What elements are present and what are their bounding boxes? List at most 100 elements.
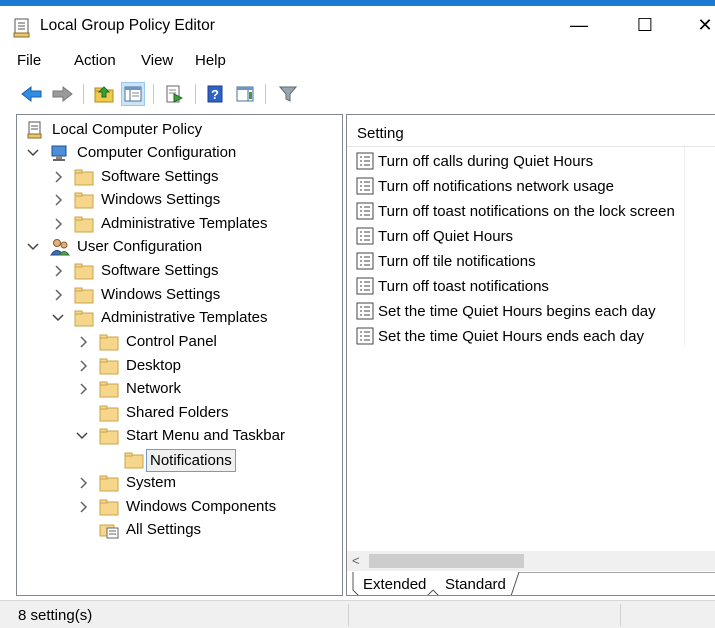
minimize-button[interactable]: —	[556, 8, 602, 42]
tree-label: Windows Settings	[101, 191, 221, 208]
menu-file[interactable]: File	[17, 52, 41, 69]
list-item[interactable]: Turn off tile notifications	[355, 250, 536, 272]
folder-icon	[99, 475, 119, 492]
filter-button[interactable]	[276, 82, 300, 106]
users-icon	[50, 239, 70, 256]
horizontal-scrollbar[interactable]: <	[347, 551, 715, 571]
status-divider	[348, 604, 349, 626]
help-button[interactable]: ?	[203, 82, 227, 106]
computer-icon	[51, 145, 67, 161]
column-header-label: Setting	[357, 125, 404, 142]
menu-action[interactable]: Action	[74, 52, 116, 69]
menu-bar: File Action View Help	[0, 48, 715, 74]
menu-help[interactable]: Help	[195, 52, 226, 69]
all-settings-icon	[99, 524, 119, 539]
show-hide-action-pane-icon	[236, 86, 254, 102]
setting-icon	[356, 177, 374, 195]
list-item-label: Turn off tile notifications	[378, 252, 536, 270]
chevron-right-icon[interactable]	[52, 217, 66, 231]
list-item[interactable]: Set the time Quiet Hours ends each day	[355, 325, 644, 347]
chevron-right-icon[interactable]	[77, 500, 91, 514]
chevron-down-icon[interactable]	[51, 311, 65, 325]
tab-extended[interactable]: Extended	[363, 573, 426, 595]
column-header-setting[interactable]: Setting	[347, 115, 715, 147]
list-item[interactable]: Turn off calls during Quiet Hours	[355, 150, 593, 172]
tab-standard[interactable]: Standard	[445, 573, 506, 595]
forward-icon	[52, 85, 73, 103]
show-hide-console-tree-button[interactable]	[121, 82, 145, 106]
tree-label: Control Panel	[126, 333, 217, 350]
show-hide-tree-icon	[124, 86, 142, 102]
list-item-label: Turn off calls during Quiet Hours	[378, 152, 594, 170]
toolbar-separator	[265, 84, 266, 104]
folder-icon	[74, 192, 94, 209]
setting-icon	[356, 277, 374, 295]
list-item-label: Turn off Quiet Hours	[378, 227, 514, 245]
chevron-right-icon[interactable]	[52, 170, 66, 184]
maximize-button[interactable]: ☐	[622, 8, 668, 42]
close-icon: ✕	[697, 14, 713, 35]
folder-icon	[99, 358, 119, 375]
chevron-down-icon[interactable]	[75, 429, 89, 443]
chevron-right-icon[interactable]	[52, 193, 66, 207]
folder-icon	[99, 405, 119, 422]
scrollbar-thumb[interactable]	[369, 554, 524, 568]
status-bar: 8 setting(s)	[0, 600, 715, 628]
scroll-left-icon[interactable]: <	[352, 553, 360, 568]
svg-text:?: ?	[211, 87, 219, 102]
folder-open-icon	[74, 310, 94, 327]
chevron-right-icon[interactable]	[77, 476, 91, 490]
tree-label: Local Computer Policy	[52, 121, 203, 138]
list-item-label: Turn off toast notifications	[378, 277, 549, 295]
list-item-label: Turn off toast notifications on the lock…	[378, 202, 675, 220]
list-item[interactable]: Turn off toast notifications on the lock…	[355, 200, 675, 222]
chevron-down-icon[interactable]	[26, 146, 40, 160]
tree-label: Start Menu and Taskbar	[126, 427, 285, 444]
list-item[interactable]: Turn off Quiet Hours	[355, 225, 513, 247]
up-one-level-button[interactable]	[92, 82, 116, 106]
settings-list-pane[interactable]: Setting Turn off calls during Quiet Hour…	[346, 114, 715, 596]
chevron-right-icon[interactable]	[52, 264, 66, 278]
setting-icon	[356, 227, 374, 245]
folder-icon	[74, 263, 94, 280]
chevron-down-icon[interactable]	[26, 240, 40, 254]
menu-view[interactable]: View	[141, 52, 173, 69]
title-bar[interactable]: Local Group Policy Editor — ☐ ✕	[0, 6, 715, 46]
setting-icon	[356, 327, 374, 345]
tree-label: Network	[126, 380, 182, 397]
back-button[interactable]	[20, 82, 44, 106]
toolbar-separator	[83, 84, 84, 104]
show-hide-action-pane-button[interactable]	[233, 82, 257, 106]
window-title: Local Group Policy Editor	[40, 17, 215, 34]
folder-icon	[74, 169, 94, 186]
tree-label: Desktop	[126, 357, 182, 374]
tree-label: System	[126, 474, 177, 491]
tree-label: Shared Folders	[126, 404, 229, 421]
close-button[interactable]: ✕	[682, 8, 715, 42]
console-tree[interactable]: Local Computer Policy Computer Configura…	[16, 114, 343, 596]
folder-open-icon	[99, 428, 119, 445]
view-tabs: Extended Standard	[347, 572, 715, 595]
status-setting-count: 8 setting(s)	[18, 607, 93, 624]
folder-icon	[74, 287, 94, 304]
folder-icon	[74, 216, 94, 233]
filter-icon	[279, 86, 297, 102]
chevron-right-icon[interactable]	[77, 382, 91, 396]
back-icon	[21, 85, 42, 103]
tree-label: Computer Configuration	[77, 144, 237, 161]
toolbar: ?	[0, 78, 715, 110]
list-item-label: Turn off notifications network usage	[378, 177, 614, 195]
list-item[interactable]: Set the time Quiet Hours begins each day	[355, 300, 656, 322]
chevron-right-icon[interactable]	[52, 288, 66, 302]
chevron-right-icon[interactable]	[77, 335, 91, 349]
export-list-button[interactable]	[162, 82, 186, 106]
setting-icon	[356, 252, 374, 270]
tree-label-selected: Notifications	[146, 449, 236, 472]
forward-button[interactable]	[50, 82, 74, 106]
up-folder-icon	[94, 86, 114, 103]
list-item[interactable]: Turn off toast notifications	[355, 275, 549, 297]
list-item[interactable]: Turn off notifications network usage	[355, 175, 614, 197]
status-divider	[620, 604, 621, 626]
policy-editor-app-icon	[13, 18, 30, 38]
chevron-right-icon[interactable]	[77, 359, 91, 373]
